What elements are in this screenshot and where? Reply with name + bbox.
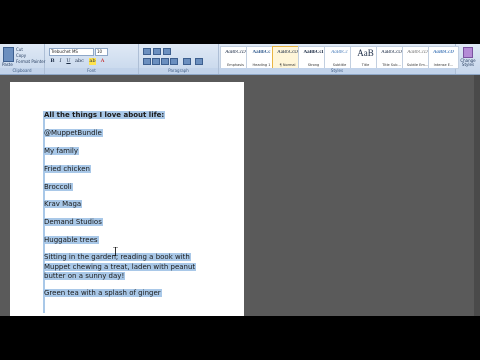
document-line-text: Broccoli: [43, 183, 73, 191]
ribbon: Paste Cut Copy Format Painter Clipboard …: [0, 44, 480, 75]
bullets-icon[interactable]: [143, 48, 151, 55]
font-size-field[interactable]: 10: [95, 48, 108, 56]
paragraph-group-label: Paragraph: [139, 68, 218, 74]
document-line[interactable]: Fried chicken: [43, 165, 91, 173]
document-line[interactable]: My family: [43, 147, 80, 155]
change-styles-label[interactable]: Change Styles: [457, 59, 479, 67]
document-line-text: @MuppetBundle: [43, 129, 103, 137]
document-line-text: Huggable trees: [43, 236, 99, 244]
bold-button[interactable]: B: [49, 58, 56, 65]
cut-button[interactable]: Cut: [16, 47, 23, 52]
highlight-color-button[interactable]: ab: [89, 58, 96, 65]
align-center-icon[interactable]: [152, 58, 160, 65]
document-line-text: Green tea with a splash of ginger: [43, 289, 162, 297]
document-line-text: My family: [43, 147, 80, 155]
font-name-field[interactable]: Trebuchet MS: [49, 48, 94, 56]
multilevel-list-icon[interactable]: [163, 48, 171, 55]
justify-icon[interactable]: [170, 58, 178, 65]
copy-button[interactable]: Copy: [16, 53, 26, 58]
font-color-button[interactable]: A: [99, 58, 106, 65]
document-heading[interactable]: All the things I love about life:: [43, 111, 166, 119]
document-line[interactable]: Broccoli: [43, 183, 73, 191]
clipboard-group: Paste Cut Copy Format Painter Clipboard: [0, 44, 45, 74]
styles-group-label: Styles: [219, 68, 455, 74]
change-styles-group[interactable]: Change Styles: [456, 44, 480, 74]
letterbox-bottom: [0, 316, 480, 360]
document-line[interactable]: butter on a sunny day!: [43, 272, 126, 280]
style-name: Intense E...: [433, 63, 454, 67]
line-spacing-icon[interactable]: [183, 58, 191, 65]
align-right-icon[interactable]: [161, 58, 169, 65]
document-line-text: butter on a sunny day!: [43, 272, 126, 280]
font-group: Trebuchet MS 10 B I U abc ab A Font: [45, 44, 139, 74]
styles-group: AaBbCcD Emphasis AaBbCc Heading 1 AaBbCc…: [219, 44, 459, 74]
document-line-text: Muppet chewing a treat, laden with peanu…: [43, 263, 197, 271]
letterbox-top: [0, 0, 480, 44]
document-line-text: Demand Studios: [43, 218, 103, 226]
underline-button[interactable]: U: [65, 58, 72, 65]
document-line[interactable]: @MuppetBundle: [43, 129, 103, 137]
format-painter-button[interactable]: Format Painter: [16, 59, 45, 64]
paragraph-group: Paragraph: [139, 44, 219, 74]
document-line[interactable]: Huggable trees: [43, 236, 99, 244]
numbering-icon[interactable]: [153, 48, 161, 55]
text-cursor-icon: [113, 247, 118, 256]
paste-icon[interactable]: [3, 47, 14, 62]
document-line-text: All the things I love about life:: [43, 111, 166, 119]
document-line[interactable]: Green tea with a splash of ginger: [43, 289, 162, 297]
change-styles-icon[interactable]: [463, 47, 473, 58]
shading-icon[interactable]: [195, 58, 203, 65]
document-line-text: Krav Maga: [43, 200, 83, 208]
font-group-label: Font: [45, 68, 138, 74]
document-line[interactable]: Demand Studios: [43, 218, 103, 226]
strikethrough-button[interactable]: abc: [75, 58, 84, 65]
document-line[interactable]: Muppet chewing a treat, laden with peanu…: [43, 263, 197, 271]
document-line[interactable]: Krav Maga: [43, 200, 83, 208]
paste-label[interactable]: Paste: [2, 62, 13, 67]
italic-button[interactable]: I: [57, 58, 64, 65]
vertical-scrollbar[interactable]: [474, 75, 480, 316]
style-sample: AaBbCcD: [433, 50, 454, 55]
clipboard-group-label: Clipboard: [0, 68, 44, 74]
align-left-icon[interactable]: [143, 58, 151, 65]
selection-highlight: [43, 113, 45, 313]
document-line-text: Fried chicken: [43, 165, 91, 173]
style-intense-emphasis[interactable]: AaBbCcD Intense E...: [428, 46, 459, 69]
